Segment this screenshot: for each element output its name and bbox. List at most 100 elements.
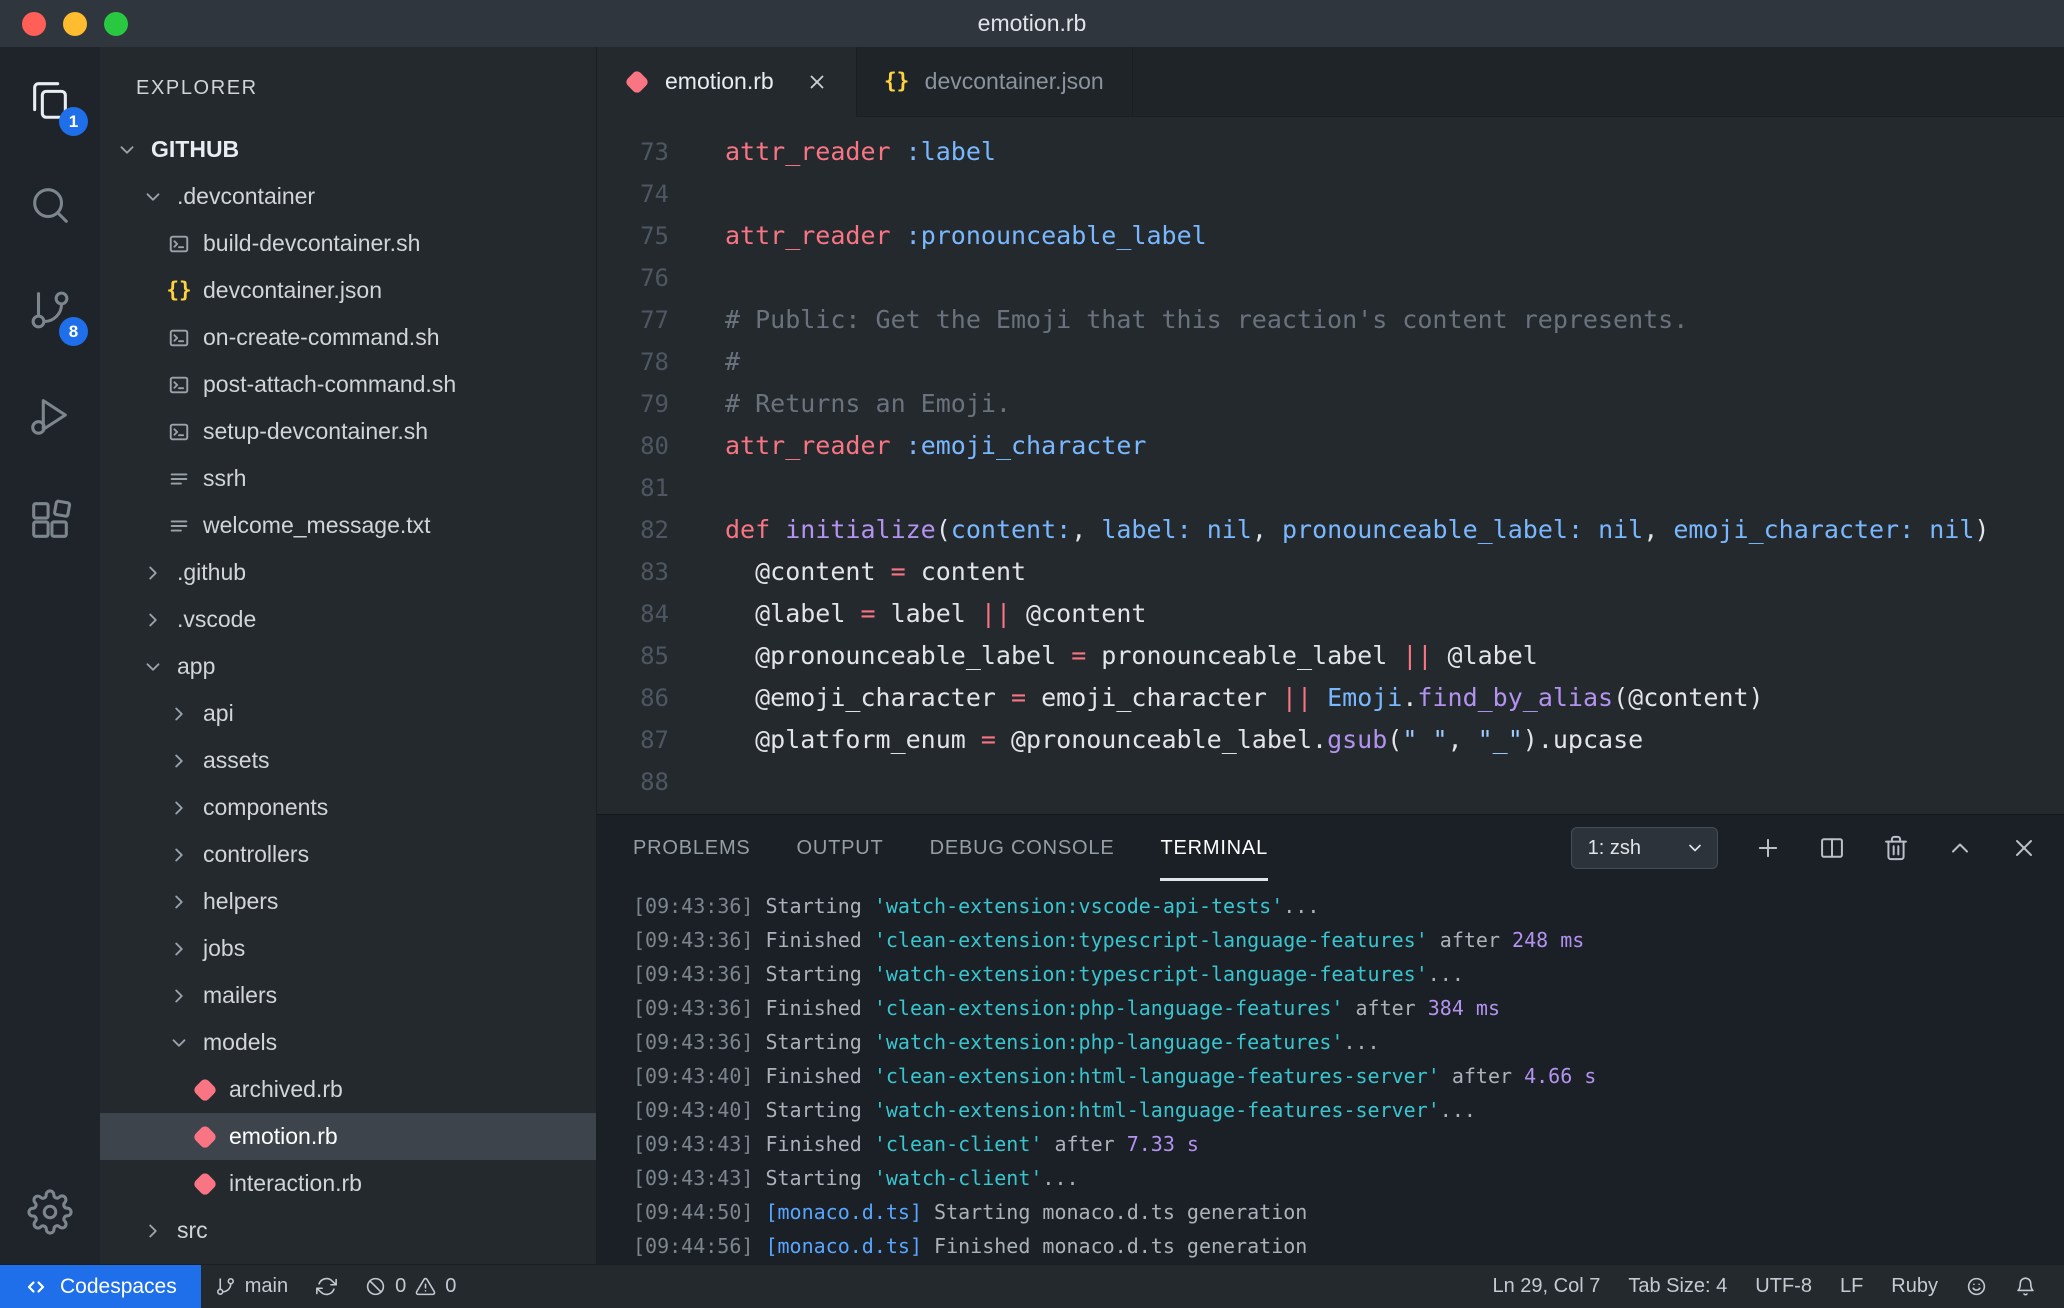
window-title: emotion.rb bbox=[977, 10, 1087, 36]
split-terminal-button[interactable] bbox=[1818, 834, 1846, 862]
tree-item-folder[interactable]: controllers bbox=[100, 831, 596, 878]
sync-button[interactable] bbox=[302, 1265, 351, 1308]
tree-item-label: setup-devcontainer.sh bbox=[203, 418, 429, 444]
code-text: attr_reader :label bbox=[725, 137, 996, 166]
text-file-icon bbox=[164, 468, 194, 490]
code-text: @label = label || @content bbox=[725, 599, 1147, 628]
editor-tab[interactable]: emotion.rb bbox=[597, 47, 857, 117]
tree-item-file[interactable]: emotion.rb bbox=[100, 1113, 596, 1160]
chevron-down-icon bbox=[164, 1032, 194, 1054]
chevron-right-icon bbox=[164, 703, 194, 725]
new-terminal-button[interactable] bbox=[1754, 834, 1782, 862]
tree-item-label: app bbox=[177, 653, 216, 679]
tree-item-folder[interactable]: mailers bbox=[100, 972, 596, 1019]
chevron-right-icon bbox=[138, 1220, 168, 1242]
zoom-window-button[interactable] bbox=[104, 11, 128, 36]
run-debug-view-button[interactable] bbox=[0, 362, 100, 467]
terminal-line: [09:44:50] [monaco.d.ts] Starting monaco… bbox=[633, 1200, 1308, 1224]
smiley-icon bbox=[1966, 1276, 1987, 1297]
line-number: 77 bbox=[640, 306, 669, 334]
chevron-right-icon bbox=[164, 844, 194, 866]
code-text: # Returns an Emoji. bbox=[725, 389, 1011, 418]
tree-item-label: src bbox=[177, 1217, 208, 1243]
tree-item-file[interactable]: {} devcontainer.json bbox=[100, 267, 596, 314]
codespaces-status[interactable]: Codespaces bbox=[0, 1265, 201, 1308]
feedback-button[interactable] bbox=[1952, 1265, 2001, 1308]
tree-item-folder[interactable]: jobs bbox=[100, 925, 596, 972]
code-text: @content = content bbox=[725, 557, 1027, 586]
notifications-button[interactable] bbox=[2001, 1265, 2050, 1308]
terminal[interactable]: [09:43:36] Starting 'watch-extension:vsc… bbox=[597, 881, 2064, 1264]
tree-item-folder[interactable]: api bbox=[100, 690, 596, 737]
chevron-down-icon bbox=[112, 139, 142, 161]
tree-item-file[interactable]: post-attach-command.sh bbox=[100, 361, 596, 408]
eol-status[interactable]: LF bbox=[1826, 1265, 1877, 1308]
tree-item-folder[interactable]: components bbox=[100, 784, 596, 831]
terminal-shell-select[interactable]: 1: zsh bbox=[1570, 827, 1718, 869]
kill-terminal-button[interactable] bbox=[1882, 834, 1910, 862]
code-editor[interactable]: 73 attr_reader :label 74 75 attr_reader :pro… bbox=[597, 117, 2064, 814]
activity-bar-items: 18 bbox=[0, 47, 100, 572]
tree-item-file[interactable]: archived.rb bbox=[100, 1066, 596, 1113]
close-icon[interactable] bbox=[806, 71, 828, 93]
tree-item-folder[interactable]: assets bbox=[100, 737, 596, 784]
tree-item-file[interactable]: setup-devcontainer.sh bbox=[100, 408, 596, 455]
tab-label: devcontainer.json bbox=[924, 68, 1104, 94]
maximize-panel-button[interactable] bbox=[1946, 834, 1974, 862]
tree-item-folder[interactable]: src bbox=[100, 1207, 596, 1254]
chevron-right-icon bbox=[164, 797, 194, 819]
error-count: 0 bbox=[395, 1275, 407, 1297]
tab-size-status[interactable]: Tab Size: 4 bbox=[1614, 1265, 1741, 1308]
tree-item-folder[interactable]: .devcontainer bbox=[100, 173, 596, 220]
sidebar-title: EXPLORER bbox=[136, 77, 258, 99]
cursor-position[interactable]: Ln 29, Col 7 bbox=[1478, 1265, 1614, 1308]
code-line: 83 @content = content bbox=[597, 551, 2064, 593]
settings-button[interactable] bbox=[0, 1159, 100, 1264]
tree-item-file[interactable]: welcome_message.txt bbox=[100, 502, 596, 549]
encoding-label: UTF-8 bbox=[1755, 1275, 1812, 1297]
code-text: # bbox=[725, 347, 741, 376]
code-line: 86 @emoji_character = emoji_character ||… bbox=[597, 677, 2064, 719]
code-line: 74 bbox=[597, 173, 2064, 215]
terminal-line: [09:43:36] Finished 'clean-extension:typ… bbox=[633, 928, 1585, 952]
source-control-view-button[interactable]: 8 bbox=[0, 257, 100, 362]
editor-tab[interactable]: {} devcontainer.json bbox=[856, 47, 1133, 116]
tree-item-label: post-attach-command.sh bbox=[203, 371, 457, 397]
problems-status[interactable]: 0 0 bbox=[351, 1265, 470, 1308]
close-window-button[interactable] bbox=[22, 11, 46, 36]
tree-item-folder[interactable]: .vscode bbox=[100, 596, 596, 643]
tree-item-folder[interactable]: GITHUB bbox=[100, 126, 596, 173]
explorer-view-button[interactable]: 1 bbox=[0, 47, 100, 152]
tree-item-file[interactable]: ssrh bbox=[100, 455, 596, 502]
tree-item-label: .devcontainer bbox=[177, 183, 316, 209]
tree-item-file[interactable]: interaction.rb bbox=[100, 1160, 596, 1207]
panel-tab-output[interactable]: OUTPUT bbox=[797, 815, 884, 881]
extensions-view-button[interactable] bbox=[0, 467, 100, 572]
shell-select-value: 1: zsh bbox=[1587, 836, 1641, 859]
tree-item-label: helpers bbox=[203, 888, 279, 914]
panel-tab-debug-console[interactable]: DEBUG CONSOLE bbox=[930, 815, 1115, 881]
code-line: 79 # Returns an Emoji. bbox=[597, 383, 2064, 425]
minimize-window-button[interactable] bbox=[63, 11, 87, 36]
activity-bar: 18 bbox=[0, 47, 100, 1264]
tree-item-folder[interactable]: helpers bbox=[100, 878, 596, 925]
panel-tab-terminal[interactable]: TERMINAL bbox=[1160, 815, 1268, 881]
tree-item-file[interactable]: on-create-command.sh bbox=[100, 314, 596, 361]
language-status[interactable]: Ruby bbox=[1877, 1265, 1952, 1308]
terminal-line: [09:43:40] Starting 'watch-extension:htm… bbox=[633, 1098, 1476, 1122]
search-view-button[interactable] bbox=[0, 152, 100, 257]
tree-item-folder[interactable]: .github bbox=[100, 549, 596, 596]
panel-tab-problems[interactable]: PROBLEMS bbox=[633, 815, 751, 881]
branch-status[interactable]: main bbox=[201, 1265, 302, 1308]
editor-tabs: emotion.rb {} devcontainer.json bbox=[597, 47, 2064, 117]
code-text: # Public: Get the Emoji that this reacti… bbox=[725, 305, 1689, 334]
encoding-status[interactable]: UTF-8 bbox=[1741, 1265, 1826, 1308]
panel-header: PROBLEMS OUTPUT DEBUG CONSOLE TERMINAL 1: z… bbox=[597, 815, 2064, 881]
shell-file-icon bbox=[164, 421, 194, 443]
chevron-down-icon bbox=[138, 186, 168, 208]
tree-item-folder[interactable]: models bbox=[100, 1019, 596, 1066]
code-line: 87 @platform_enum = @pronounceable_label… bbox=[597, 719, 2064, 761]
tree-item-file[interactable]: build-devcontainer.sh bbox=[100, 220, 596, 267]
tree-item-folder[interactable]: app bbox=[100, 643, 596, 690]
close-panel-button[interactable] bbox=[2010, 834, 2038, 862]
